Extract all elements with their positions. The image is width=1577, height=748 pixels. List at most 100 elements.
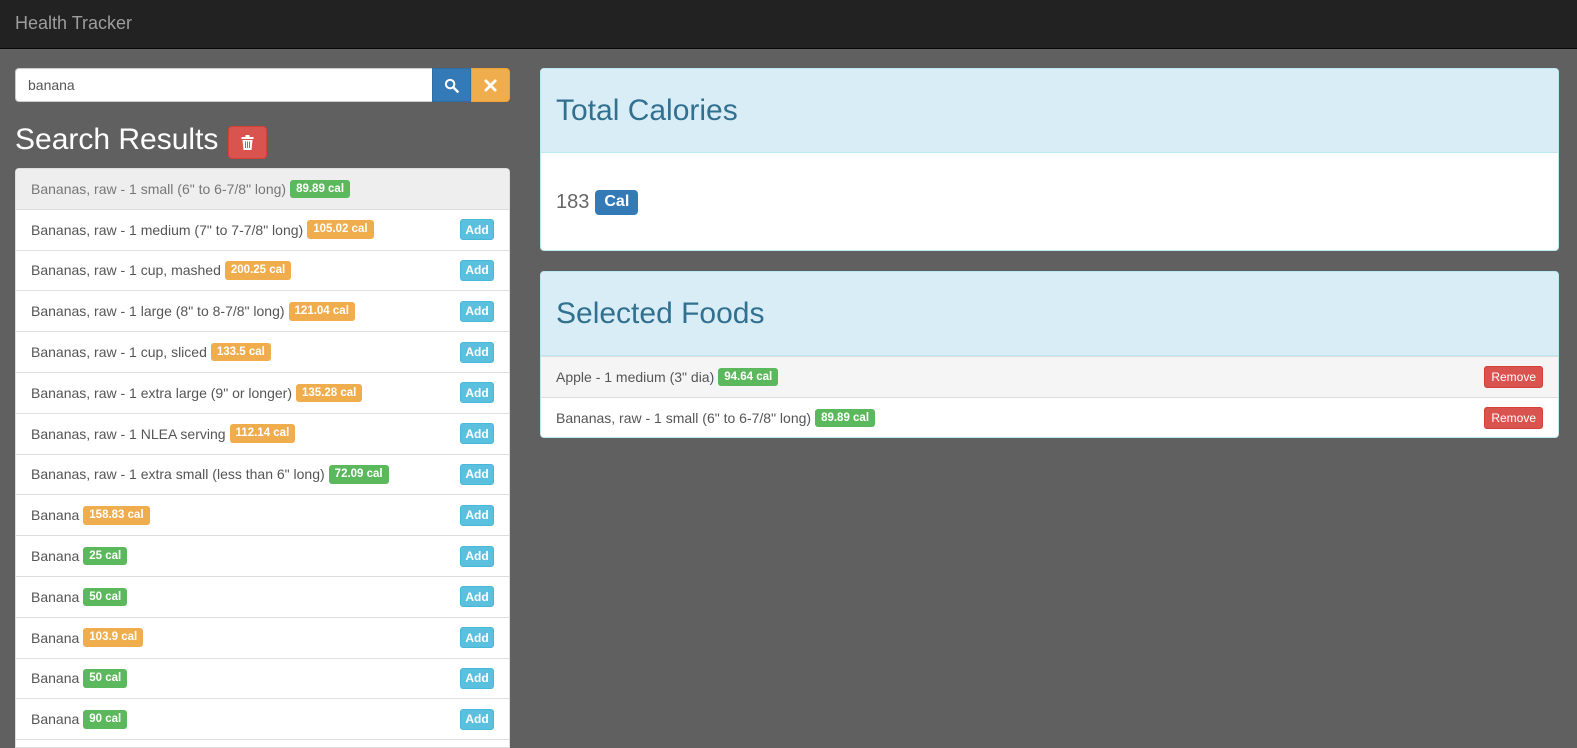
selected-food-content: Bananas, raw - 1 small (6" to 6-7/8" lon… bbox=[556, 408, 876, 428]
add-button[interactable]: Add bbox=[460, 423, 494, 445]
add-button[interactable]: Add bbox=[460, 586, 494, 608]
calorie-badge: 25 cal bbox=[83, 546, 128, 566]
result-item-label: Bananas, raw - 1 medium (7" to 7-7/8" lo… bbox=[31, 221, 304, 238]
result-item-label: Banana bbox=[31, 588, 80, 605]
result-item[interactable]: Bananas, raw - 1 cup, sliced 133.5 cal Add bbox=[16, 332, 509, 373]
clear-results-button[interactable] bbox=[228, 125, 268, 159]
result-item-content: Banana 50 cal bbox=[31, 587, 128, 607]
calorie-badge: 50 cal bbox=[83, 669, 128, 688]
selected-foods-list: Apple - 1 medium (3" dia) 94.64 cal Remove… bbox=[541, 356, 1558, 437]
result-item-label: Bananas, raw - 1 small (6" to 6-7/8" lon… bbox=[31, 180, 287, 197]
result-item[interactable]: Banana 103.9 cal Add bbox=[16, 618, 509, 659]
add-button[interactable]: Add bbox=[460, 300, 494, 322]
calorie-badge: 89.89 cal bbox=[815, 408, 876, 428]
result-item-content: Bananas, raw - 1 extra large (9" or long… bbox=[31, 383, 363, 403]
calorie-badge: 90 cal bbox=[83, 709, 128, 729]
results-header: Search Results bbox=[15, 122, 510, 159]
result-item-content: Bananas, raw - 1 cup, sliced 133.5 cal bbox=[31, 342, 271, 362]
remove-button[interactable]: Remove bbox=[1484, 407, 1543, 429]
search-input[interactable] bbox=[15, 68, 432, 102]
add-button[interactable]: Add bbox=[460, 382, 494, 404]
calorie-badge: 121.04 cal bbox=[288, 301, 355, 321]
result-item-label: Bananas, raw - 1 extra small (less than … bbox=[31, 466, 325, 483]
add-button[interactable]: Add bbox=[460, 708, 494, 730]
result-item[interactable]: Bananas, raw - 1 cup, mashed 200.25 cal Ad… bbox=[16, 251, 509, 292]
result-item-content: Bananas, raw - 1 medium (7" to 7-7/8" lo… bbox=[31, 220, 374, 240]
add-button[interactable]: Add bbox=[460, 463, 494, 485]
result-item-content: Banana 90 cal bbox=[31, 709, 128, 729]
result-item-content: Banana 103.9 cal bbox=[31, 628, 144, 647]
result-item[interactable]: Banana 90 cal Add bbox=[16, 699, 509, 741]
total-calories-value: 183 bbox=[556, 191, 590, 213]
result-item[interactable]: Banana 50 cal Add bbox=[16, 659, 509, 700]
result-item-label: Bananas, raw - 1 cup, mashed bbox=[31, 262, 221, 279]
calorie-badge: 72.09 cal bbox=[328, 465, 389, 484]
add-button[interactable]: Add bbox=[460, 219, 494, 241]
calorie-badge: 133.5 cal bbox=[210, 342, 271, 362]
selected-foods-panel: Selected Foods Apple - 1 medium (3" dia)… bbox=[540, 271, 1559, 438]
result-item[interactable]: Bananas, raw - 1 NLEA serving 112.14 cal A… bbox=[16, 414, 509, 455]
panel-title: Selected Foods bbox=[541, 272, 1558, 356]
result-item[interactable]: Bananas, raw - 1 extra small (less than … bbox=[16, 455, 509, 496]
result-item[interactable]: Bananas, raw - 1 medium (7" to 7-7/8" lo… bbox=[16, 210, 509, 251]
calorie-badge: 200.25 cal bbox=[224, 261, 292, 280]
result-item-label: Banana bbox=[31, 711, 80, 728]
result-item-label: Bananas, raw - 1 cup, sliced bbox=[31, 344, 207, 361]
calories-unit-badge: Cal bbox=[595, 190, 639, 215]
result-item[interactable]: Banana 25 cal Add bbox=[16, 536, 509, 577]
selected-food-label: Bananas, raw - 1 small (6" to 6-7/8" lon… bbox=[556, 409, 812, 426]
result-item[interactable]: Bananas, raw - 1 small (6" to 6-7/8" lon… bbox=[16, 169, 509, 210]
calorie-badge: 94.64 cal bbox=[718, 367, 779, 387]
result-item[interactable]: Banana 158.83 cal Add bbox=[16, 495, 509, 537]
selected-food-content: Apple - 1 medium (3" dia) 94.64 cal bbox=[556, 367, 779, 387]
calorie-badge: 105.02 cal bbox=[307, 220, 374, 240]
result-item-content: Banana 50 cal bbox=[31, 669, 128, 688]
add-button[interactable]: Add bbox=[460, 341, 494, 363]
result-item[interactable]: Banana 50 cal Add bbox=[16, 577, 509, 618]
search-button[interactable] bbox=[432, 68, 471, 102]
selected-food-item: Bananas, raw - 1 small (6" to 6-7/8" lon… bbox=[541, 397, 1558, 437]
result-item-content: Bananas, raw - 1 small (6" to 6-7/8" lon… bbox=[31, 179, 351, 199]
result-item-content: Bananas, raw - 1 large (8" to 8-7/8" lon… bbox=[31, 301, 355, 321]
add-button[interactable]: Add bbox=[460, 667, 494, 689]
selected-food-label: Apple - 1 medium (3" dia) bbox=[556, 368, 715, 385]
search-results-list: Bananas, raw - 1 small (6" to 6-7/8" lon… bbox=[15, 168, 510, 748]
result-item[interactable]: Bananas, raw - 1 large (8" to 8-7/8" lon… bbox=[16, 291, 509, 333]
calorie-badge: 103.9 cal bbox=[83, 628, 144, 647]
add-button[interactable]: Add bbox=[460, 504, 494, 526]
result-item-label: Banana bbox=[31, 507, 80, 524]
close-icon bbox=[484, 78, 497, 92]
total-calories-panel: Total Calories 183 Cal bbox=[540, 68, 1559, 251]
result-item-content: Banana 25 cal bbox=[31, 546, 128, 566]
search-bar bbox=[15, 68, 510, 102]
clear-search-button[interactable] bbox=[471, 68, 510, 102]
result-item[interactable]: Bananas, raw - 1 extra large (9" or long… bbox=[16, 373, 509, 414]
result-item-content: Bananas, raw - 1 cup, mashed 200.25 cal bbox=[31, 261, 292, 280]
remove-button[interactable]: Remove bbox=[1484, 366, 1543, 388]
result-item-content: Bananas, raw - 1 extra small (less than … bbox=[31, 465, 389, 484]
add-button[interactable]: Add bbox=[460, 259, 494, 281]
result-item-content: Banana 158.83 cal bbox=[31, 505, 150, 525]
calorie-badge: 158.83 cal bbox=[83, 505, 150, 525]
calories-body: 183 Cal bbox=[541, 153, 1558, 250]
trash-icon bbox=[241, 134, 254, 150]
calorie-badge: 89.89 cal bbox=[290, 179, 351, 199]
result-item-label: Banana bbox=[31, 629, 80, 646]
panel-title: Total Calories bbox=[541, 69, 1558, 153]
calorie-badge: 112.14 cal bbox=[229, 424, 296, 443]
navbar: Health Tracker bbox=[0, 0, 1577, 49]
calorie-badge: 135.28 cal bbox=[295, 383, 363, 403]
result-item-label: Bananas, raw - 1 NLEA serving bbox=[31, 425, 226, 442]
result-item-label: Bananas, raw - 1 large (8" to 8-7/8" lon… bbox=[31, 303, 285, 320]
search-icon bbox=[444, 78, 459, 93]
result-item-label: Bananas, raw - 1 extra large (9" or long… bbox=[31, 384, 292, 401]
result-item-label: Banana bbox=[31, 670, 80, 687]
add-button[interactable]: Add bbox=[460, 545, 494, 567]
result-item-content: Bananas, raw - 1 NLEA serving 112.14 cal bbox=[31, 424, 296, 443]
results-title: Search Results bbox=[15, 123, 219, 156]
app-brand[interactable]: Health Tracker bbox=[15, 13, 132, 34]
result-item-label: Banana bbox=[31, 548, 80, 565]
calorie-badge: 50 cal bbox=[83, 587, 128, 607]
add-button[interactable]: Add bbox=[460, 627, 494, 649]
left-column: Search Results Bananas, raw - 1 small (6… bbox=[15, 68, 510, 748]
